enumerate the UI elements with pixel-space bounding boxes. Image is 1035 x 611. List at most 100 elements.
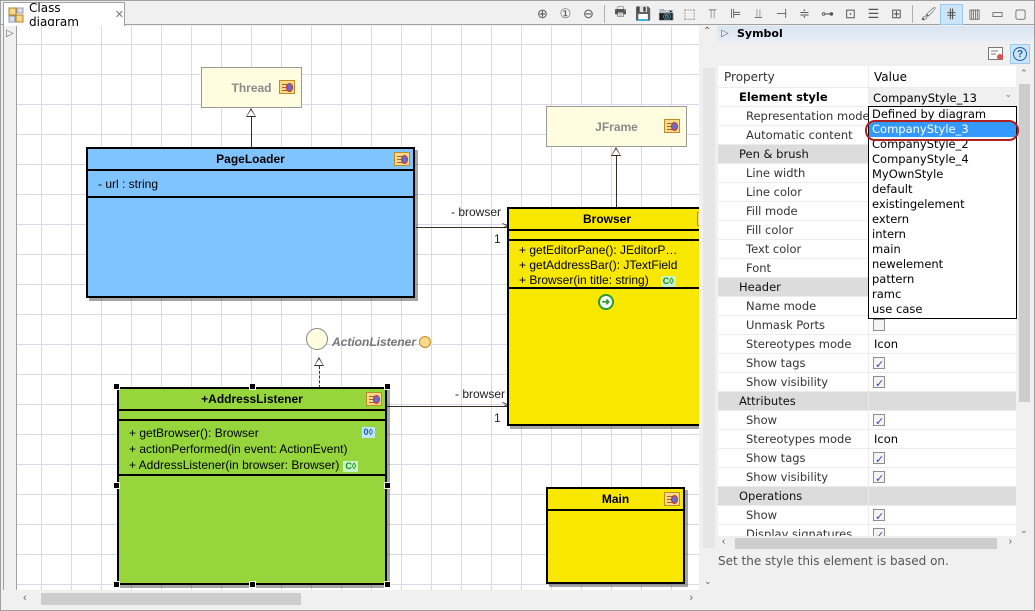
dropdown-option[interactable]: ramc [869,287,1016,302]
property-label: Operations [718,487,868,505]
dropdown-option[interactable]: intern [869,227,1016,242]
canvas-horizontal-scrollbar[interactable]: ‹ › [17,590,699,608]
split-view-button[interactable]: ▥ [963,4,986,25]
close-tab-icon[interactable]: ✕ [115,8,124,21]
scroll-up-icon[interactable]: ⌃ [1020,68,1028,79]
property-value[interactable]: Icon [874,337,898,351]
checkbox-checked[interactable] [873,526,885,536]
property-grid-vertical-scrollbar[interactable]: ⌃ ⌄ [1016,66,1033,536]
property-category[interactable]: Attributes [718,392,1016,411]
symbol-section-header[interactable]: ▷ Symbol [717,26,1034,42]
scrollbar-thumb[interactable] [1019,84,1030,402]
attributes-compartment [509,231,699,241]
collapse-up-icon[interactable]: ⌃ [703,26,711,37]
collapse-down-icon[interactable]: ⌄ [704,576,712,587]
select-area-button[interactable]: ⬚ [678,4,701,25]
property-row[interactable]: Show tags [718,354,1016,373]
property-row[interactable]: Stereotypes mode Icon [718,430,1016,449]
resize-handle[interactable] [249,383,256,390]
help-button[interactable]: ? [1010,44,1030,64]
generalization-line [251,117,252,148]
property-row[interactable]: Show [718,506,1016,525]
resize-handle[interactable] [249,581,256,588]
grid-toggle-button[interactable]: ⋕ [940,3,963,25]
scrollbar-thumb[interactable] [41,593,301,605]
checkbox-checked[interactable] [873,374,885,391]
maximize-icon: ▢ [1014,6,1027,21]
align-top-button[interactable]: ⫪ [701,4,724,25]
property-row[interactable]: Stereotypes mode Icon [718,335,1016,354]
resize-handle[interactable] [113,581,120,588]
align-bottom-button[interactable]: ⫫ [747,4,770,25]
resize-handle[interactable] [113,482,120,489]
print-button[interactable]: 🖶 [609,4,632,25]
checkbox-checked[interactable] [873,450,885,467]
checkbox-unchecked[interactable] [873,319,885,331]
resize-handle[interactable] [384,383,391,390]
property-label: Fill mode [746,204,798,218]
dropdown-option[interactable]: pattern [869,272,1016,287]
same-height-button[interactable]: ☰ [862,4,885,25]
maximize-button[interactable]: ▢ [1009,4,1032,25]
same-size-button[interactable]: ⊞ [885,4,908,25]
property-row[interactable]: Show visibility [718,468,1016,487]
same-width-button[interactable]: ⊡ [839,4,862,25]
scrollbar-thumb[interactable] [735,538,997,549]
scroll-left-icon[interactable]: ‹ [23,592,27,604]
checkbox-checked[interactable] [873,412,885,429]
resize-handle[interactable] [384,482,391,489]
property-grid-horizontal-scrollbar[interactable]: ‹ › [718,536,1016,551]
class-jframe[interactable]: JFrame [546,106,687,147]
resize-handle[interactable] [113,383,120,390]
dropdown-option[interactable]: MyOwnStyle [869,167,1016,182]
navigate-arrow-icon[interactable]: ➜ [598,294,614,310]
interface-style-icon [419,336,431,348]
class-pageloader[interactable]: PageLoader - url : string [86,147,415,298]
scroll-left-icon[interactable]: ‹ [722,536,725,547]
property-value[interactable]: Icon [874,432,898,446]
style-brush-button[interactable]: 🖌 [917,4,940,25]
zoom-reset-button[interactable]: ① [554,4,577,25]
zoom-out-button[interactable]: ⊖ [577,4,600,25]
dropdown-option[interactable]: extern [869,212,1016,227]
center-horizontal-button[interactable]: ≑ [793,4,816,25]
checkbox-checked[interactable] [873,355,885,372]
align-left-button[interactable]: ⊫ [724,4,747,25]
dropdown-option[interactable]: default [869,182,1016,197]
interface-lollipop[interactable] [306,328,328,350]
resize-handle[interactable] [384,581,391,588]
dropdown-option[interactable]: main [869,242,1016,257]
property-category[interactable]: Operations [718,487,1016,506]
checkbox-checked[interactable] [873,507,885,524]
property-row[interactable]: Show visibility [718,373,1016,392]
scroll-right-icon[interactable]: › [1009,536,1012,547]
edit-style-button[interactable] [986,44,1006,64]
property-row[interactable]: Display signatures [718,525,1016,536]
scroll-down-icon[interactable]: ⌄ [1020,525,1028,536]
expand-palette-icon[interactable]: ▷ [6,28,14,39]
screenshot-button[interactable]: 📷 [655,4,678,25]
class-thread[interactable]: Thread [201,67,302,108]
class-main[interactable]: Main [546,487,685,584]
zoom-in-button[interactable]: ⊕ [531,4,554,25]
scroll-right-icon[interactable]: › [689,592,693,604]
checkbox-checked[interactable] [873,469,885,486]
dropdown-option[interactable]: existingelement [869,197,1016,212]
diagram-canvas[interactable]: Thread PageLoader - url : string JFrame … [17,26,699,590]
class-addresslistener[interactable]: +AddressListener + getBrowser(): Browser… [117,387,387,585]
center-vertical-button[interactable]: ⊶ [816,4,839,25]
save-button[interactable]: 💾 [632,4,655,25]
minimize-button[interactable]: ▭ [986,4,1009,25]
minimize-icon: ▭ [991,6,1004,21]
dropdown-option[interactable]: CompanyStyle_4 [869,152,1016,167]
element-style-combobox[interactable]: CompanyStyle_13 ⌄ [868,88,1018,107]
dropdown-option[interactable]: use case [869,302,1016,317]
dropdown-option[interactable]: newelement [869,257,1016,272]
property-label: Show tags [746,451,806,465]
tab-class-diagram[interactable]: Class diagram ✕ [3,1,125,29]
property-row[interactable]: Show tags [718,449,1016,468]
property-row[interactable]: Show [718,411,1016,430]
chevron-down-icon[interactable]: ⌄ [1004,90,1012,100]
align-right-button[interactable]: ⊣ [770,4,793,25]
class-browser[interactable]: Browser + getEditorPane(): JEditorP… + g… [507,207,699,426]
